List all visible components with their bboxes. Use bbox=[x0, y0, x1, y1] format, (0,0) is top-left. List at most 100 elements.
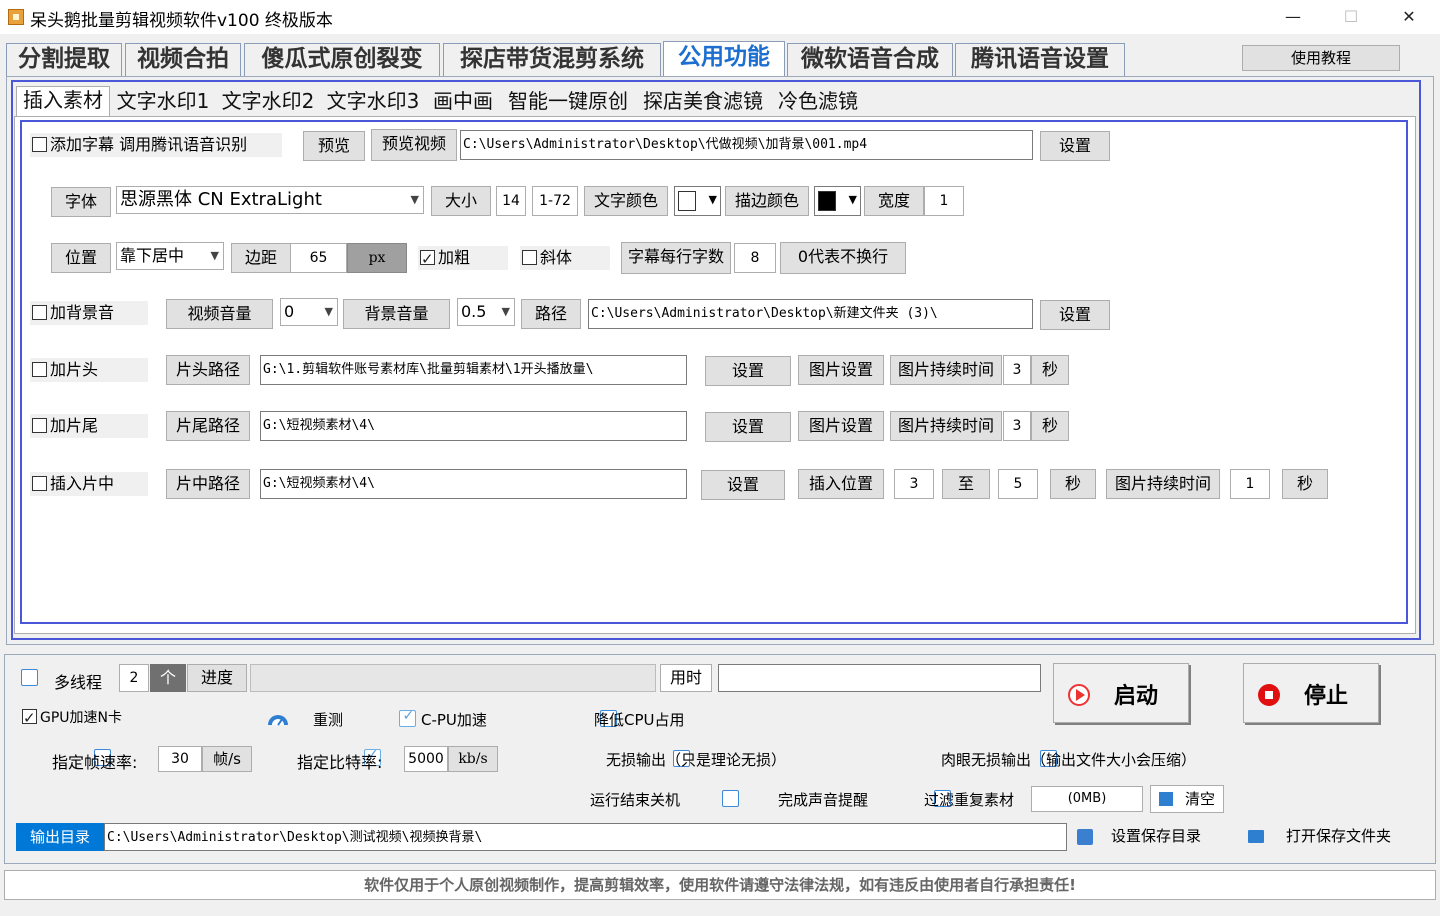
chars-per-line-button[interactable]: 字幕每行字数 bbox=[621, 242, 731, 274]
subtab-food-filter[interactable]: 探店美食滤镜 bbox=[638, 88, 768, 117]
bgm-path-button[interactable]: 路径 bbox=[521, 299, 581, 329]
close-button[interactable]: ✕ bbox=[1380, 0, 1438, 34]
outro-image-duration-input[interactable]: 3 bbox=[1003, 411, 1031, 441]
add-intro-checkbox[interactable]: 加片头 bbox=[30, 358, 148, 382]
text-color-picker[interactable]: ▼ bbox=[674, 186, 721, 216]
no-wrap-note: 0代表不换行 bbox=[780, 242, 906, 274]
bg-volume-value: 0.5 bbox=[461, 302, 487, 321]
minimize-button[interactable]: — bbox=[1264, 0, 1322, 34]
preview-button[interactable]: 预览 bbox=[303, 131, 365, 161]
tab-common-functions[interactable]: 公用功能 bbox=[663, 41, 785, 77]
italic-checkbox[interactable]: 斜体 bbox=[520, 246, 610, 270]
insert-position-button[interactable]: 插入位置 bbox=[798, 469, 884, 499]
stroke-color-picker[interactable]: ▼ bbox=[814, 186, 861, 216]
font-select[interactable]: 思源黑体 CN ExtraLight ▼ bbox=[116, 186, 424, 214]
outro-settings-button[interactable]: 设置 bbox=[705, 412, 791, 442]
width-button[interactable]: 宽度 bbox=[864, 186, 924, 216]
middle-path-input[interactable]: G:\短视频素材\4\ bbox=[260, 469, 687, 499]
gpu-accel-checkbox[interactable]: GPU加速N卡 bbox=[20, 706, 220, 730]
retest-button[interactable]: 重测 bbox=[313, 709, 343, 730]
outro-image-duration-button[interactable]: 图片持续时间 bbox=[890, 411, 1002, 441]
checkbox-icon bbox=[522, 250, 537, 265]
clear-button[interactable]: 清空 bbox=[1150, 785, 1224, 813]
outro-image-settings-button[interactable]: 图片设置 bbox=[798, 411, 884, 441]
set-save-dir-button[interactable]: 设置保存目录 bbox=[1073, 820, 1221, 852]
bgm-path-input[interactable]: C:\Users\Administrator\Desktop\新建文件夹 (3)… bbox=[588, 299, 1033, 329]
subtitle-settings-button[interactable]: 设置 bbox=[1040, 131, 1110, 161]
bg-volume-select[interactable]: 0.5 ▼ bbox=[457, 298, 515, 326]
intro-path-button[interactable]: 片头路径 bbox=[166, 355, 250, 385]
middle-image-duration-button[interactable]: 图片持续时间 bbox=[1106, 469, 1220, 499]
bg-volume-button[interactable]: 背景音量 bbox=[343, 299, 450, 329]
tutorial-button[interactable]: 使用教程 bbox=[1242, 45, 1400, 71]
subtab-watermark-1[interactable]: 文字水印1 bbox=[113, 88, 213, 117]
multithread-checkbox[interactable] bbox=[21, 669, 38, 686]
tab-original-fission[interactable]: 傻瓜式原创裂变 bbox=[244, 43, 440, 76]
shutdown-checkbox[interactable] bbox=[722, 790, 740, 807]
speedometer-icon[interactable] bbox=[266, 709, 290, 727]
font-button[interactable]: 字体 bbox=[51, 187, 111, 217]
framerate-input[interactable]: 30 bbox=[158, 746, 202, 772]
subtab-pip[interactable]: 画中画 bbox=[428, 88, 498, 117]
subtitle-video-path[interactable]: C:\Users\Administrator\Desktop\代做视频\加背景\… bbox=[460, 130, 1033, 160]
subtab-insert-material[interactable]: 插入素材 bbox=[16, 86, 110, 118]
bitrate-input[interactable]: 5000 bbox=[404, 746, 448, 772]
chevron-down-icon: ▼ bbox=[324, 305, 333, 318]
progress-button: 进度 bbox=[187, 664, 247, 692]
middle-settings-button[interactable]: 设置 bbox=[701, 470, 785, 500]
add-bgm-checkbox[interactable]: 加背景音 bbox=[30, 301, 148, 325]
video-volume-value: 0 bbox=[284, 302, 295, 321]
stroke-color-swatch bbox=[818, 191, 836, 211]
video-volume-select[interactable]: 0 ▼ bbox=[280, 298, 338, 326]
add-intro-label: 加片头 bbox=[50, 360, 99, 379]
stop-button[interactable]: 停止 bbox=[1243, 663, 1379, 723]
cpu-accel-checkbox[interactable] bbox=[399, 708, 417, 727]
middle-image-duration-input[interactable]: 1 bbox=[1230, 469, 1270, 499]
video-volume-button[interactable]: 视频音量 bbox=[166, 299, 273, 329]
add-outro-checkbox[interactable]: 加片尾 bbox=[30, 414, 148, 438]
bold-checkbox[interactable]: 加粗 bbox=[418, 246, 508, 271]
size-button[interactable]: 大小 bbox=[431, 186, 491, 216]
tab-video-duet[interactable]: 视频合拍 bbox=[125, 43, 241, 76]
tab-ms-tts[interactable]: 微软语音合成 bbox=[787, 43, 953, 76]
insert-to-input[interactable]: 5 bbox=[998, 469, 1038, 499]
tab-tencent-voice[interactable]: 腾讯语音设置 bbox=[955, 43, 1125, 76]
position-select[interactable]: 靠下居中 ▼ bbox=[116, 242, 224, 270]
position-button[interactable]: 位置 bbox=[51, 243, 111, 273]
output-dir-button[interactable]: 输出目录 bbox=[16, 823, 104, 851]
middle-path-button[interactable]: 片中路径 bbox=[166, 469, 250, 499]
stroke-color-button[interactable]: 描边颜色 bbox=[725, 186, 809, 216]
chars-per-line-input[interactable]: 8 bbox=[734, 243, 776, 273]
start-button[interactable]: 启动 bbox=[1053, 663, 1189, 723]
output-dir-input[interactable]: C:\Users\Administrator\Desktop\测试视频\视频换背… bbox=[104, 823, 1067, 851]
intro-image-duration-input[interactable]: 3 bbox=[1003, 355, 1031, 385]
thread-count-input[interactable]: 2 bbox=[119, 664, 149, 692]
margin-input[interactable]: 65 bbox=[290, 243, 347, 273]
preview-video-button[interactable]: 预览视频 bbox=[371, 129, 457, 161]
stop-label: 停止 bbox=[1304, 684, 1349, 709]
outro-path-button[interactable]: 片尾路径 bbox=[166, 411, 250, 441]
subtab-smart-original[interactable]: 智能一键原创 bbox=[503, 88, 633, 117]
insert-middle-checkbox[interactable]: 插入片中 bbox=[30, 472, 148, 496]
add-subtitle-checkbox[interactable]: 添加字幕 调用腾讯语音识别 bbox=[30, 133, 282, 157]
subtab-watermark-3[interactable]: 文字水印3 bbox=[323, 88, 423, 117]
intro-settings-button[interactable]: 设置 bbox=[705, 356, 791, 386]
tab-split-extract[interactable]: 分割提取 bbox=[6, 43, 122, 76]
size-input[interactable]: 14 bbox=[496, 186, 526, 216]
bgm-settings-button[interactable]: 设置 bbox=[1040, 300, 1110, 330]
insert-from-input[interactable]: 3 bbox=[894, 469, 934, 499]
margin-button[interactable]: 边距 bbox=[231, 243, 291, 273]
framerate-unit-label: 帧/s bbox=[202, 746, 252, 772]
open-save-folder-button[interactable]: 打开保存文件夹 bbox=[1240, 820, 1412, 852]
tab-store-mix[interactable]: 探店带货混剪系统 bbox=[443, 43, 661, 76]
intro-path-input[interactable]: G:\1.剪辑软件账号素材库\批量剪辑素材\1开头播放量\ bbox=[260, 355, 687, 385]
width-input[interactable]: 1 bbox=[924, 186, 964, 216]
subtab-cold-filter[interactable]: 冷色滤镜 bbox=[773, 88, 863, 117]
intro-image-settings-button[interactable]: 图片设置 bbox=[798, 355, 884, 385]
outro-path-input[interactable]: G:\短视频素材\4\ bbox=[260, 411, 687, 441]
time-used-field bbox=[718, 664, 1041, 692]
maximize-button[interactable]: ☐ bbox=[1322, 0, 1380, 34]
text-color-button[interactable]: 文字颜色 bbox=[584, 186, 668, 216]
subtab-watermark-2[interactable]: 文字水印2 bbox=[218, 88, 318, 117]
intro-image-duration-button[interactable]: 图片持续时间 bbox=[890, 355, 1002, 385]
